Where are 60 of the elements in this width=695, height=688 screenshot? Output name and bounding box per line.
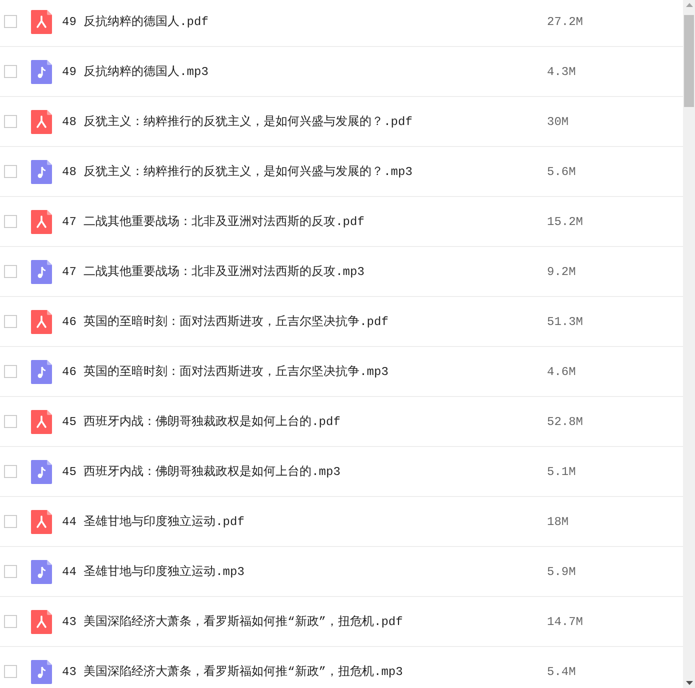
file-name[interactable]: 49 反抗纳粹的德国人.pdf	[62, 13, 547, 30]
checkbox[interactable]	[4, 165, 17, 178]
file-name[interactable]: 43 美国深陷经济大萧条，看罗斯福如何推“新政”，扭危机.mp3	[62, 663, 547, 680]
file-name[interactable]: 44 圣雄甘地与印度独立运动.pdf	[62, 513, 547, 530]
checkbox[interactable]	[4, 115, 17, 128]
file-name[interactable]: 46 英国的至暗时刻：面对法西斯进攻，丘吉尔坚决抗争.mp3	[62, 363, 547, 380]
scrollbar-thumb[interactable]	[684, 15, 694, 107]
scroll-up-arrow-icon[interactable]	[686, 3, 692, 7]
file-size: 4.6M	[547, 364, 576, 378]
file-size: 5.9M	[547, 564, 576, 578]
file-size: 18M	[547, 514, 569, 528]
checkbox[interactable]	[4, 215, 17, 228]
checkbox[interactable]	[4, 615, 17, 628]
file-name[interactable]: 44 圣雄甘地与印度独立运动.mp3	[62, 563, 547, 580]
file-size: 14.7M	[547, 614, 584, 628]
file-size: 4.3M	[547, 64, 576, 78]
music-file-icon	[31, 460, 52, 484]
music-file-icon	[31, 360, 52, 384]
checkbox[interactable]	[4, 565, 17, 578]
file-name[interactable]: 49 反抗纳粹的德国人.mp3	[62, 63, 547, 80]
file-name[interactable]: 48 反犹主义：纳粹推行的反犹主义，是如何兴盛与发展的？.pdf	[62, 113, 547, 130]
checkbox[interactable]	[4, 315, 17, 328]
file-size: 5.4M	[547, 664, 576, 678]
checkbox[interactable]	[4, 265, 17, 278]
pdf-file-icon	[31, 10, 52, 34]
checkbox[interactable]	[4, 665, 17, 678]
file-name[interactable]: 47 二战其他重要战场：北非及亚洲对法西斯的反攻.pdf	[62, 213, 547, 230]
checkbox[interactable]	[4, 65, 17, 78]
file-size: 15.2M	[547, 214, 584, 228]
pdf-file-icon	[31, 310, 52, 334]
file-size: 5.6M	[547, 164, 576, 178]
file-size: 52.8M	[547, 414, 584, 428]
file-name[interactable]: 48 反犹主义：纳粹推行的反犹主义，是如何兴盛与发展的？.mp3	[62, 163, 547, 180]
file-size: 30M	[547, 114, 569, 128]
checkbox[interactable]	[4, 415, 17, 428]
checkbox[interactable]	[4, 465, 17, 478]
pdf-file-icon	[31, 210, 52, 234]
music-file-icon	[31, 660, 52, 684]
file-name[interactable]: 46 英国的至暗时刻：面对法西斯进攻，丘吉尔坚决抗争.pdf	[62, 313, 547, 330]
music-file-icon	[31, 60, 52, 84]
pdf-file-icon	[31, 410, 52, 434]
checkbox[interactable]	[4, 365, 17, 378]
pdf-file-icon	[31, 110, 52, 134]
scrollbar-track[interactable]	[683, 0, 695, 688]
file-size: 27.2M	[547, 14, 584, 28]
scroll-down-arrow-icon[interactable]	[686, 681, 692, 685]
checkbox[interactable]	[4, 15, 17, 28]
checkbox[interactable]	[4, 515, 17, 528]
music-file-icon	[31, 260, 52, 284]
file-size: 5.1M	[547, 464, 576, 478]
file-name[interactable]: 45 西班牙内战：佛朗哥独裁政权是如何上台的.mp3	[62, 463, 547, 480]
file-size: 9.2M	[547, 264, 576, 278]
pdf-file-icon	[31, 510, 52, 534]
file-size: 51.3M	[547, 314, 584, 328]
file-name[interactable]: 45 西班牙内战：佛朗哥独裁政权是如何上台的.pdf	[62, 413, 547, 430]
music-file-icon	[31, 160, 52, 184]
file-name[interactable]: 43 美国深陷经济大萧条，看罗斯福如何推“新政”，扭危机.pdf	[62, 613, 547, 630]
file-name[interactable]: 47 二战其他重要战场：北非及亚洲对法西斯的反攻.mp3	[62, 263, 547, 280]
pdf-file-icon	[31, 610, 52, 634]
music-file-icon	[31, 560, 52, 584]
